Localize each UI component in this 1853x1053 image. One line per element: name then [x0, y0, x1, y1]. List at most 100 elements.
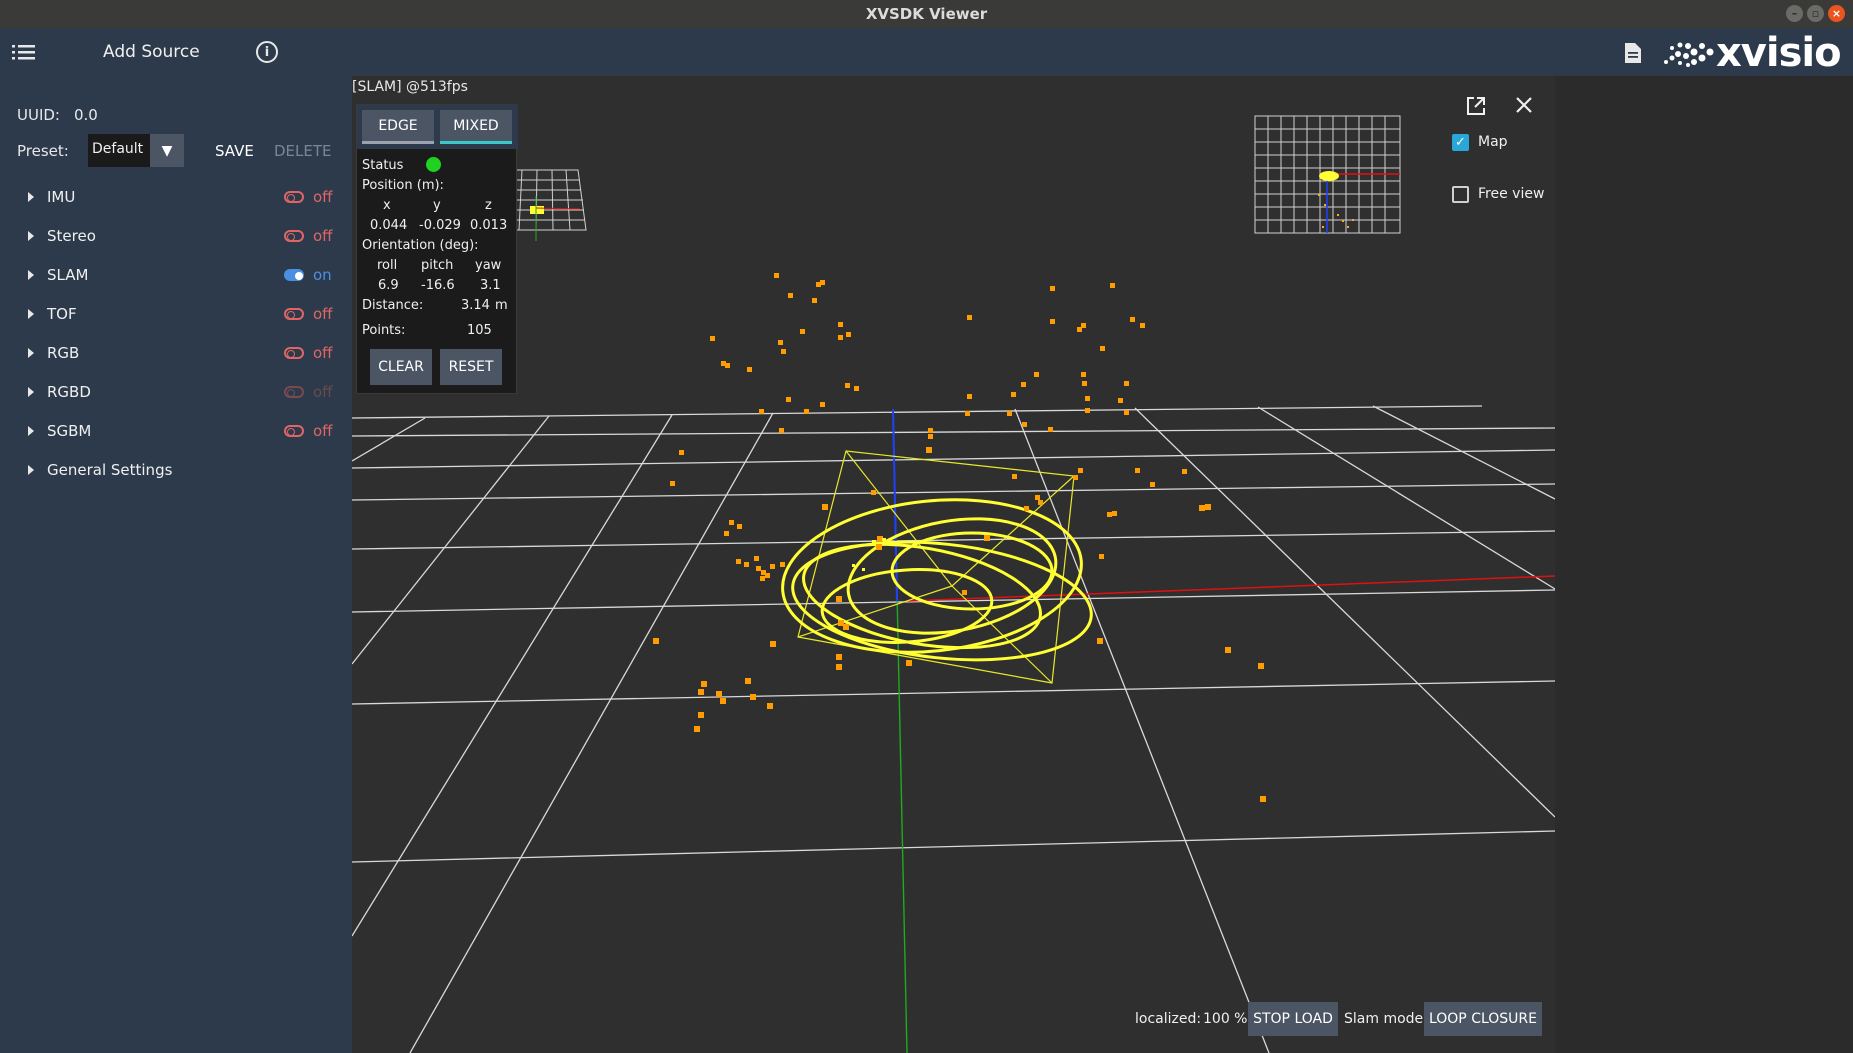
- free-view-checkbox[interactable]: [1452, 186, 1469, 203]
- free-view-label: Free view: [1478, 186, 1545, 202]
- top-toolbar: Add Source i xvisio: [0, 28, 1853, 76]
- reset-button[interactable]: RESET: [440, 349, 502, 385]
- viewport-source-label: [SLAM] @513fps: [352, 79, 468, 95]
- minimize-icon[interactable]: –: [1786, 5, 1803, 22]
- clear-button[interactable]: CLEAR: [370, 349, 432, 385]
- window-controls: – ▫ ×: [1786, 5, 1845, 22]
- toggle-state: off: [313, 344, 333, 362]
- slam-info-panel: EDGE MIXED Status Position (m): x y z 0.…: [356, 104, 518, 394]
- map-points: [653, 273, 1266, 802]
- save-button[interactable]: SAVE: [215, 142, 254, 160]
- info-icon[interactable]: i: [256, 41, 278, 63]
- source-label: TOF: [47, 305, 77, 323]
- distance-value: 3.14: [461, 298, 490, 313]
- slam-trajectory: [781, 498, 1093, 662]
- popout-icon[interactable]: [1466, 96, 1486, 116]
- window-title: XVSDK Viewer: [865, 5, 988, 23]
- uuid-value: 0.0: [74, 106, 98, 124]
- tab-mixed[interactable]: MIXED: [440, 110, 512, 144]
- delete-button[interactable]: DELETE: [274, 142, 332, 160]
- source-row-rgb[interactable]: RGB off: [0, 342, 352, 372]
- localized-value: 100 %: [1203, 1011, 1248, 1027]
- general-settings-label: General Settings: [47, 461, 173, 479]
- status-indicator: [426, 157, 441, 172]
- ori-value-yaw: 3.1: [480, 278, 501, 293]
- slam-mode-label: Slam mode: [1344, 1011, 1424, 1027]
- right-blank-area: [1555, 76, 1853, 1053]
- toggle-state: off: [313, 422, 333, 440]
- source-label: Stereo: [47, 227, 96, 245]
- logo-dots-icon: [1664, 42, 1714, 67]
- toggle-off-icon[interactable]: [284, 308, 304, 320]
- source-label: RGB: [47, 344, 80, 362]
- close-window-icon[interactable]: ×: [1828, 5, 1845, 22]
- floor-grid: [352, 405, 1555, 1053]
- points-value: 105: [467, 323, 492, 338]
- toggle-state: off: [313, 305, 333, 323]
- status-label: Status: [362, 158, 404, 173]
- maximize-icon[interactable]: ▫: [1807, 5, 1824, 22]
- pos-value-x: 0.044: [370, 218, 408, 233]
- ori-header-pitch: pitch: [421, 258, 454, 273]
- document-icon[interactable]: [1624, 42, 1642, 64]
- distance-unit: m: [495, 298, 508, 313]
- toggle-state: off: [313, 227, 333, 245]
- pos-header-z: z: [485, 198, 492, 213]
- toggle-state: off: [313, 383, 333, 401]
- source-label: SLAM: [47, 266, 89, 284]
- source-row-rgbd[interactable]: RGBD off: [0, 381, 352, 411]
- expand-caret-icon[interactable]: [28, 465, 34, 475]
- sidebar: UUID: 0.0 Preset: Default ▼ SAVE DELETE I…: [0, 76, 352, 1053]
- ori-value-roll: 6.9: [378, 278, 399, 293]
- uuid-label: UUID:: [17, 106, 60, 124]
- localized-label: localized:: [1135, 1011, 1202, 1027]
- expand-caret-icon[interactable]: [28, 387, 34, 397]
- pos-value-z: 0.013: [470, 218, 508, 233]
- expand-caret-icon[interactable]: [28, 192, 34, 202]
- mini-trajectory: [530, 206, 544, 214]
- list-menu-icon[interactable]: [12, 42, 36, 62]
- window-titlebar: XVSDK Viewer – ▫ ×: [0, 0, 1853, 28]
- preset-label: Preset:: [17, 142, 69, 160]
- source-label: IMU: [47, 188, 76, 206]
- distance-label: Distance:: [362, 298, 424, 313]
- source-row-sgbm[interactable]: SGBM off: [0, 420, 352, 450]
- stop-load-button[interactable]: STOP LOAD: [1248, 1002, 1338, 1036]
- expand-caret-icon[interactable]: [28, 348, 34, 358]
- minimap-points: [1318, 194, 1354, 228]
- expand-caret-icon[interactable]: [28, 231, 34, 241]
- source-row-slam[interactable]: SLAM on: [0, 264, 352, 294]
- camera-frustum: [797, 450, 1075, 684]
- source-row-stereo[interactable]: Stereo off: [0, 225, 352, 255]
- scene-canvas[interactable]: [352, 76, 1555, 1053]
- map-checkbox[interactable]: ✓: [1452, 134, 1469, 151]
- preset-dropdown-icon[interactable]: ▼: [150, 134, 184, 167]
- uuid-row: UUID: 0.0: [17, 106, 98, 124]
- loop-closure-button[interactable]: LOOP CLOSURE: [1424, 1002, 1542, 1036]
- tab-edge[interactable]: EDGE: [362, 110, 434, 144]
- source-row-tof[interactable]: TOF off: [0, 303, 352, 333]
- toggle-on-icon[interactable]: [284, 269, 304, 281]
- x-axis-line: [906, 575, 1555, 602]
- toggle-off-icon[interactable]: [284, 191, 304, 203]
- expand-caret-icon[interactable]: [28, 309, 34, 319]
- expand-caret-icon[interactable]: [28, 426, 34, 436]
- toggle-state: on: [313, 266, 332, 284]
- ori-header-roll: roll: [377, 258, 398, 273]
- toggle-state: off: [313, 188, 333, 206]
- source-label: SGBM: [47, 422, 92, 440]
- general-settings-row[interactable]: General Settings: [0, 459, 352, 489]
- toggle-off-icon[interactable]: [284, 347, 304, 359]
- toggle-off-icon[interactable]: [284, 425, 304, 437]
- position-label: Position (m):: [362, 178, 444, 193]
- source-row-imu[interactable]: IMU off: [0, 186, 352, 216]
- slam-3d-viewport[interactable]: [352, 76, 1555, 1053]
- minimap-trajectory: [1319, 171, 1339, 181]
- close-view-icon[interactable]: [1515, 96, 1533, 114]
- expand-caret-icon[interactable]: [28, 270, 34, 280]
- points-label: Points:: [362, 323, 406, 338]
- toggle-off-icon[interactable]: [284, 230, 304, 242]
- map-label: Map: [1478, 134, 1508, 150]
- pos-header-x: x: [383, 198, 391, 213]
- add-source-button[interactable]: Add Source: [103, 42, 200, 62]
